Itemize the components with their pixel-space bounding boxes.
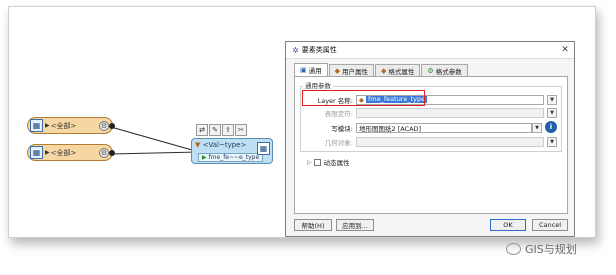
chevron-right-icon[interactable]: ▷ bbox=[307, 159, 312, 166]
database-icon: ▦ bbox=[30, 119, 43, 132]
chevron-down-icon[interactable]: ▼ bbox=[547, 94, 557, 105]
cancel-button[interactable]: Cancel bbox=[532, 219, 568, 231]
output-port[interactable] bbox=[109, 123, 115, 129]
ok-button[interactable]: OK bbox=[490, 219, 526, 231]
tab-general[interactable]: ▣ 通用 bbox=[294, 63, 328, 76]
reader-node-2[interactable]: ▦ ▶ <全部> ⚙ bbox=[27, 144, 113, 161]
writer-module-select[interactable]: 地形图图纸2 [ACAD] bbox=[356, 122, 532, 133]
watermark: GIS与规划 bbox=[506, 241, 577, 257]
wrench-icon[interactable]: ✂ bbox=[235, 124, 247, 136]
dialog-title: 要素类属性 bbox=[301, 46, 337, 54]
table-qualifier-row: 表限定符: ▼ bbox=[295, 107, 557, 118]
tab-format-parameters[interactable]: ⚙ 格式参数 bbox=[421, 64, 468, 76]
dynamic-properties-label: 动态属性 bbox=[323, 159, 350, 167]
gear-icon: ⚙ bbox=[427, 66, 434, 75]
edit-icon[interactable]: ✎ bbox=[209, 124, 221, 136]
writer-feature-type-label: ▼ <Val~type> bbox=[195, 141, 247, 149]
geometry-field bbox=[356, 136, 544, 147]
dialog-titlebar: ✲ 要素类属性 ✕ bbox=[286, 42, 574, 59]
general-tab-icon: ▣ bbox=[300, 66, 307, 74]
gear-icon[interactable]: ⚙ bbox=[99, 120, 109, 131]
dynamic-properties-checkbox[interactable] bbox=[313, 158, 321, 166]
table-qualifier-field bbox=[356, 107, 544, 118]
general-tab-panel: 通用参数 Layer 名称: ◆ fme_feature_type ▼ 表限定符… bbox=[294, 76, 568, 214]
attribute-tab-icon: ◆ bbox=[381, 66, 387, 75]
reader-node-label: <全部> bbox=[50, 121, 77, 130]
chevron-down-icon: ▼ bbox=[547, 136, 557, 147]
table-qualifier-label: 表限定符: bbox=[324, 109, 353, 118]
apply-to-button[interactable]: 应用到... bbox=[336, 219, 374, 231]
database-icon: ▦ bbox=[257, 142, 270, 155]
link-icon[interactable]: ⇄ bbox=[196, 124, 208, 136]
gear-icon: ✲ bbox=[292, 45, 299, 55]
group-label: 通用参数 bbox=[303, 80, 333, 90]
geometry-label: 几何对象: bbox=[324, 138, 353, 147]
tab-user-attributes[interactable]: ◆ 用户属性 bbox=[328, 64, 375, 76]
writer-module-label: 写模块: bbox=[331, 124, 353, 133]
writer-feature-type-node[interactable]: ▼ <Val~type> ▶ fme_fe~~e_type ▦ bbox=[191, 138, 273, 164]
reader-node-1[interactable]: ▦ ▶ <全部> ⚙ bbox=[27, 117, 113, 134]
tab-format-attributes[interactable]: ◆ 格式属性 bbox=[375, 64, 421, 76]
watermark-text: GIS与规划 bbox=[525, 243, 577, 256]
expand-arrow-icon[interactable]: ▶ bbox=[45, 149, 50, 156]
chevron-down-icon[interactable]: ▼ bbox=[532, 122, 542, 133]
gear-icon[interactable]: ⚙ bbox=[99, 147, 109, 158]
writer-attribute-label: ▶ fme_fe~~e_type bbox=[198, 153, 264, 162]
output-port[interactable] bbox=[109, 150, 115, 156]
info-icon[interactable]: i bbox=[545, 121, 557, 133]
screenshot-frame: ▦ ▶ <全部> ⚙ ▦ ▶ <全部> ⚙ ⇄ ✎ ⇪ ✂ ▼ <Val~typ… bbox=[8, 6, 596, 238]
attribute-tab-icon: ◆ bbox=[334, 66, 341, 75]
wechat-icon bbox=[506, 243, 521, 255]
filter-icon: ▼ bbox=[195, 141, 201, 149]
highlight-box bbox=[302, 90, 425, 106]
expand-arrow-icon[interactable]: ▶ bbox=[45, 122, 50, 129]
close-icon[interactable]: ✕ bbox=[556, 45, 574, 55]
connection-line-2 bbox=[110, 151, 200, 155]
geometry-row: 几何对象: ▼ bbox=[295, 136, 557, 147]
dialog-tabs: ▣ 通用 ◆ 用户属性 ◆ 格式属性 ⚙ 格式参数 bbox=[294, 63, 469, 76]
help-button[interactable]: 帮助(H) bbox=[294, 219, 332, 231]
database-icon: ▦ bbox=[30, 146, 43, 159]
play-icon: ▶ bbox=[202, 154, 207, 161]
chevron-down-icon: ▼ bbox=[547, 107, 557, 118]
dynamic-properties-section[interactable]: ▷ 动态属性 bbox=[307, 157, 350, 167]
writer-toolbar: ⇄ ✎ ⇪ ✂ bbox=[196, 124, 247, 137]
reader-node-label: <全部> bbox=[50, 148, 77, 157]
feature-type-properties-dialog: ✲ 要素类属性 ✕ ▣ 通用 ◆ 用户属性 ◆ 格式属性 ⚙ 格式参数 通用参数… bbox=[285, 41, 575, 237]
writer-module-row: 写模块: 地形图图纸2 [ACAD] ▼ i bbox=[295, 121, 557, 133]
connection-line-1 bbox=[110, 126, 200, 153]
export-icon[interactable]: ⇪ bbox=[222, 124, 234, 136]
